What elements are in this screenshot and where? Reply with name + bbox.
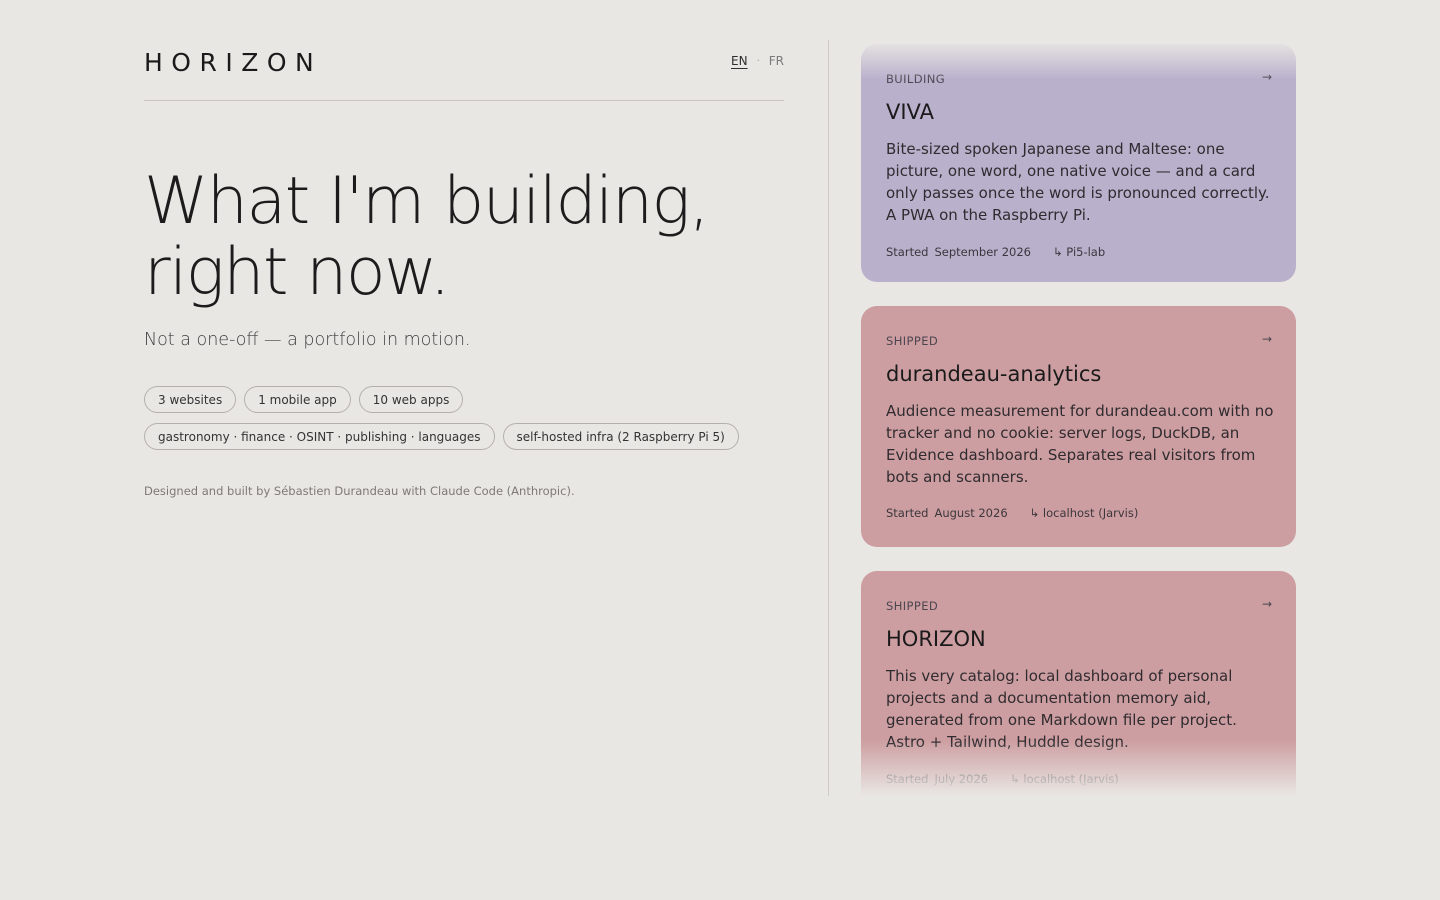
started-date: August 2026 bbox=[934, 506, 1008, 520]
host-info: ↳ localhost (Jarvis) bbox=[1010, 772, 1119, 786]
project-title: HORIZON bbox=[886, 627, 986, 651]
host-info: ↳ localhost (Jarvis) bbox=[1029, 506, 1139, 520]
credit-text: Designed and built by Sébastien Durandea… bbox=[144, 484, 575, 498]
title-line-2: right now. bbox=[144, 235, 450, 310]
logo[interactable]: HORIZON bbox=[144, 48, 322, 77]
status-badge: BUILDING bbox=[886, 72, 946, 86]
project-description: Audience measurement for durandeau.com w… bbox=[886, 402, 1274, 486]
project-description: Bite-sized spoken Japanese and Maltese: … bbox=[886, 140, 1270, 224]
lang-separator: · bbox=[756, 55, 760, 67]
project-title: durandeau-analytics bbox=[886, 362, 1102, 386]
project-card-durandeau-analytics[interactable]: SHIPPED → durandeau-analytics Audience m… bbox=[861, 306, 1296, 547]
chip-mobile-app: 1 mobile app bbox=[244, 386, 351, 413]
tagline: Not a one-off — a portfolio in motion. bbox=[144, 330, 471, 350]
chip-web-apps: 10 web apps bbox=[358, 386, 464, 413]
chip-row: gastronomy · finance · OSINT · publishin… bbox=[144, 423, 784, 450]
chip-infra: self-hosted infra (2 Raspberry Pi 5) bbox=[502, 423, 739, 450]
lang-fr-link[interactable]: FR bbox=[769, 54, 784, 68]
started-info: Started July 2026 bbox=[886, 772, 988, 786]
started-info: Started September 2026 bbox=[886, 245, 1031, 259]
chip-domains: gastronomy · finance · OSINT · publishin… bbox=[144, 423, 495, 450]
project-card-horizon[interactable]: SHIPPED → HORIZON This very catalog: loc… bbox=[861, 571, 1296, 796]
started-date: July 2026 bbox=[934, 772, 989, 786]
project-feed[interactable]: BUILDING → VIVA Bite-sized spoken Japane… bbox=[861, 40, 1296, 796]
page-title: What I'm building, right now. bbox=[144, 166, 784, 308]
arrow-right-icon[interactable]: → bbox=[1262, 70, 1272, 84]
lang-en-link[interactable]: EN bbox=[731, 54, 748, 68]
project-meta: Started August 2026 ↳ localhost (Jarvis) bbox=[886, 506, 1138, 520]
started-label: Started bbox=[886, 506, 929, 520]
status-badge: SHIPPED bbox=[886, 334, 939, 348]
started-date: September 2026 bbox=[934, 245, 1031, 259]
project-title: VIVA bbox=[886, 100, 934, 124]
language-switcher: EN · FR bbox=[731, 54, 784, 68]
column-divider bbox=[828, 40, 829, 796]
arrow-right-icon[interactable]: → bbox=[1262, 332, 1272, 346]
project-card-viva[interactable]: BUILDING → VIVA Bite-sized spoken Japane… bbox=[861, 44, 1296, 282]
host-info: ↳ Pi5-lab bbox=[1052, 245, 1106, 259]
chip-websites: 3 websites bbox=[144, 386, 237, 413]
started-info: Started August 2026 bbox=[886, 506, 1008, 520]
project-meta: Started September 2026 ↳ Pi5-lab bbox=[886, 245, 1105, 259]
chip-row: 3 websites 1 mobile app 10 web apps bbox=[144, 386, 784, 413]
started-label: Started bbox=[886, 245, 929, 259]
stats-chips: 3 websites 1 mobile app 10 web apps gast… bbox=[144, 386, 784, 460]
arrow-right-icon[interactable]: → bbox=[1262, 597, 1272, 611]
page: HORIZON EN · FR What I'm building, right… bbox=[0, 0, 1440, 900]
site-header: HORIZON EN · FR bbox=[144, 44, 784, 101]
started-label: Started bbox=[886, 772, 929, 786]
status-badge: SHIPPED bbox=[886, 599, 939, 613]
project-meta: Started July 2026 ↳ localhost (Jarvis) bbox=[886, 772, 1119, 786]
title-line-1: What I'm building, bbox=[144, 164, 710, 239]
project-description: This very catalog: local dashboard of pe… bbox=[886, 667, 1237, 751]
